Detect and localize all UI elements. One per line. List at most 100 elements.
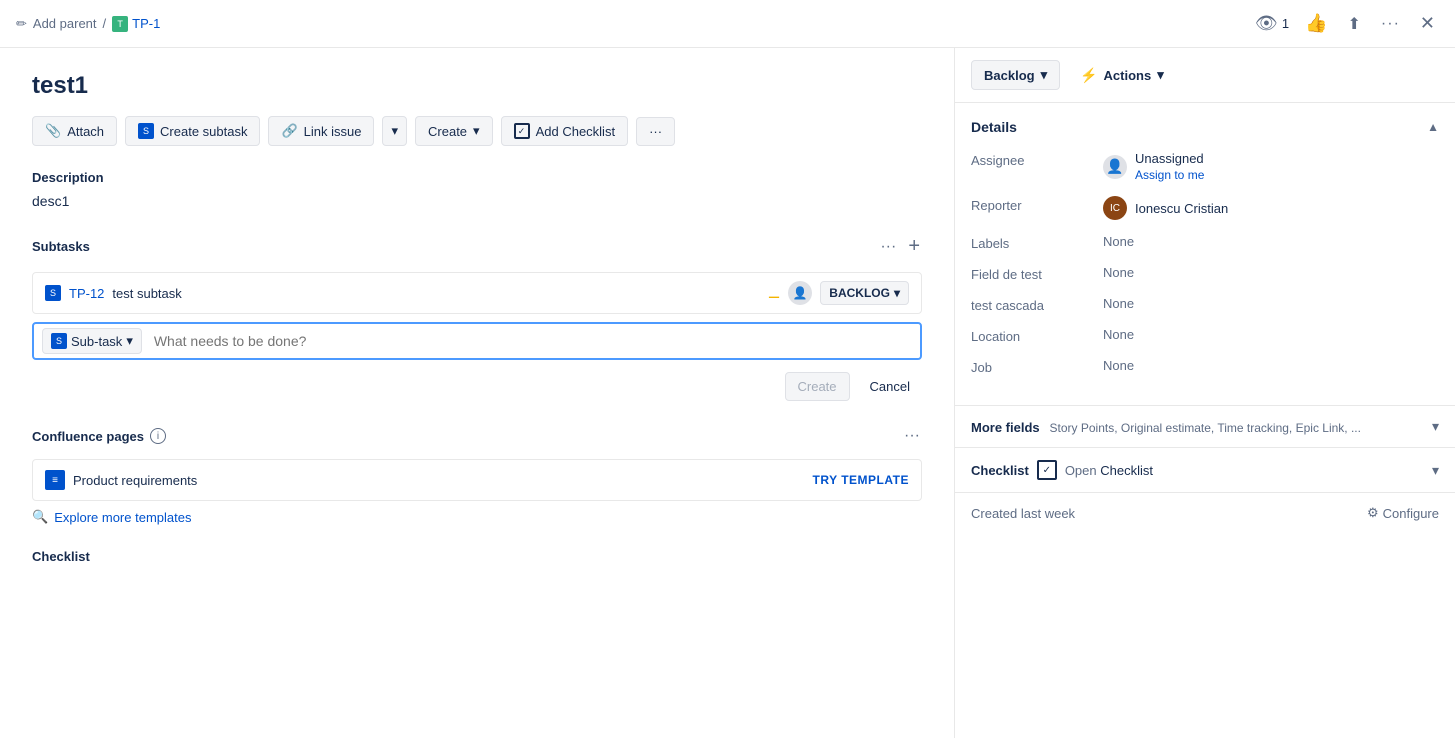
description-content: desc1 [32, 193, 922, 209]
open-checklist-text: Open Checklist [1065, 463, 1153, 478]
create-label: Create [428, 124, 467, 139]
toolbar-more-button[interactable]: ··· [636, 117, 675, 146]
test-cascada-value[interactable]: None [1103, 296, 1439, 311]
link-issue-label: Link issue [304, 124, 362, 139]
try-template-button[interactable]: TRY TEMPLATE [813, 473, 909, 487]
main-area: test1 📎 Attach S Create subtask 🔗 Link i… [0, 48, 1455, 738]
backlog-label: Backlog [984, 68, 1035, 83]
subtasks-more-button[interactable]: ··· [878, 236, 898, 258]
like-button[interactable]: 👍 [1301, 9, 1331, 38]
location-row: Location None [971, 327, 1439, 344]
subtasks-header: Subtasks ··· + [32, 233, 922, 260]
subtask-id[interactable]: TP-12 [69, 286, 104, 301]
configure-button[interactable]: ⚙ Configure [1367, 505, 1439, 521]
job-value[interactable]: None [1103, 358, 1439, 373]
confluence-header: Confluence pages i ··· [32, 425, 922, 447]
add-checklist-button[interactable]: ✓ Add Checklist [501, 116, 628, 146]
create-button[interactable]: Create ▾ [415, 116, 493, 146]
test-cascada-label: test cascada [971, 296, 1091, 313]
create-chevron-icon: ▾ [473, 123, 480, 139]
location-value[interactable]: None [1103, 327, 1439, 342]
toolbar-ellipsis-icon: ··· [649, 124, 662, 139]
breadcrumb-add-parent[interactable]: Add parent [33, 16, 97, 31]
location-label: Location [971, 327, 1091, 344]
created-label: Created last week [971, 506, 1075, 521]
breadcrumb-tp[interactable]: T TP-1 [112, 16, 160, 32]
attach-label: Attach [67, 124, 104, 139]
reporter-label: Reporter [971, 196, 1091, 213]
subtask-input-icon: S [51, 333, 67, 349]
reporter-name: Ionescu Cristian [1135, 201, 1228, 216]
subtask-status-badge[interactable]: BACKLOG ▾ [820, 281, 909, 305]
subtask-type-label: Sub-task [71, 334, 122, 349]
subtask-input-field[interactable] [150, 329, 912, 353]
field-de-test-value[interactable]: None [1103, 265, 1439, 280]
subtask-type-select[interactable]: S Sub-task ▾ [42, 328, 142, 354]
checklist-right-label: Checklist [971, 463, 1029, 478]
backlog-button[interactable]: Backlog ▾ [971, 60, 1060, 90]
create-subtask-label: Create subtask [160, 124, 247, 139]
close-icon: ✕ [1420, 13, 1435, 34]
actions-label: Actions [1104, 68, 1152, 83]
actions-button[interactable]: ⚡ Actions ▾ [1068, 61, 1176, 90]
info-icon[interactable]: i [150, 428, 166, 444]
checklist-chevron-icon: ▾ [1432, 462, 1439, 479]
share-button[interactable]: ⬆ [1344, 10, 1365, 38]
thumbs-up-icon: 👍 [1305, 13, 1327, 34]
checklist-section-left-area: Checklist ✓ Open Checklist [971, 460, 1153, 480]
explore-templates-link[interactable]: 🔍 Explore more templates [32, 509, 922, 525]
more-fields-left: More fields Story Points, Original estim… [971, 419, 1361, 435]
details-section: Details ▲ Assignee 👤 Unassigned Assign t… [955, 103, 1455, 406]
assignee-info: Unassigned Assign to me [1135, 151, 1204, 182]
watch-button[interactable]: 👁 1 [1255, 13, 1289, 34]
watch-count: 1 [1282, 16, 1289, 31]
details-header[interactable]: Details ▲ [971, 119, 1439, 135]
checklist-section-right[interactable]: Checklist ✓ Open Checklist ▾ [955, 448, 1455, 493]
subtask-icon: S [138, 123, 154, 139]
confluence-page-icon: ≡ [45, 470, 65, 490]
labels-row: Labels None [971, 234, 1439, 251]
right-panel: Backlog ▾ ⚡ Actions ▾ Details ▲ Assignee [955, 48, 1455, 738]
assignee-text: Unassigned [1135, 151, 1204, 166]
new-subtask-actions: Create Cancel [32, 372, 922, 401]
share-icon: ⬆ [1348, 14, 1361, 34]
attach-button[interactable]: 📎 Attach [32, 116, 117, 146]
subtask-create-button[interactable]: Create [785, 372, 850, 401]
reporter-row: Reporter IC Ionescu Cristian [971, 196, 1439, 220]
subtasks-add-button[interactable]: + [906, 233, 922, 260]
link-issue-dropdown[interactable]: ▾ [382, 116, 407, 146]
breadcrumb-tp-id: TP-1 [132, 16, 160, 31]
assign-to-me-link[interactable]: Assign to me [1135, 168, 1204, 182]
link-issue-button[interactable]: 🔗 Link issue [268, 116, 374, 146]
link-icon: 🔗 [281, 123, 297, 139]
confluence-item: ≡ Product requirements TRY TEMPLATE [32, 459, 922, 501]
breadcrumb-separator: / [103, 16, 107, 31]
backlog-chevron-icon: ▾ [1041, 67, 1048, 83]
description-title: Description [32, 170, 922, 185]
left-panel: test1 📎 Attach S Create subtask 🔗 Link i… [0, 48, 955, 738]
configure-label: Configure [1383, 506, 1439, 521]
more-fields-section[interactable]: More fields Story Points, Original estim… [955, 406, 1455, 448]
breadcrumb-bar: ✏ Add parent / T TP-1 👁 1 👍 ⬆ ··· ✕ [0, 0, 1455, 48]
subtask-cancel-button[interactable]: Cancel [858, 372, 922, 401]
right-panel-header: Backlog ▾ ⚡ Actions ▾ [955, 48, 1455, 103]
subtask-type-icon: S [45, 285, 61, 301]
more-options-button[interactable]: ··· [1377, 11, 1404, 37]
actions-chevron-icon: ▾ [1157, 67, 1164, 83]
more-fields-chevron-icon: ▾ [1432, 418, 1439, 435]
new-subtask-row: S Sub-task ▾ [32, 322, 922, 360]
close-button[interactable]: ✕ [1416, 9, 1439, 38]
subtask-type-chevron: ▾ [126, 333, 133, 349]
confluence-item-left: ≡ Product requirements [45, 470, 197, 490]
create-subtask-button[interactable]: S Create subtask [125, 116, 260, 146]
avatar-icon: 👤 [793, 286, 808, 300]
confluence-more-button[interactable]: ··· [902, 425, 922, 447]
pencil-icon: ✏ [16, 16, 27, 32]
subtask-status-chevron: ▾ [894, 286, 900, 300]
labels-value[interactable]: None [1103, 234, 1439, 249]
subtasks-controls: ··· + [878, 233, 922, 260]
assignee-row: Assignee 👤 Unassigned Assign to me [971, 151, 1439, 182]
details-title: Details [971, 119, 1017, 135]
test-cascada-row: test cascada None [971, 296, 1439, 313]
description-section: Description desc1 [32, 170, 922, 209]
